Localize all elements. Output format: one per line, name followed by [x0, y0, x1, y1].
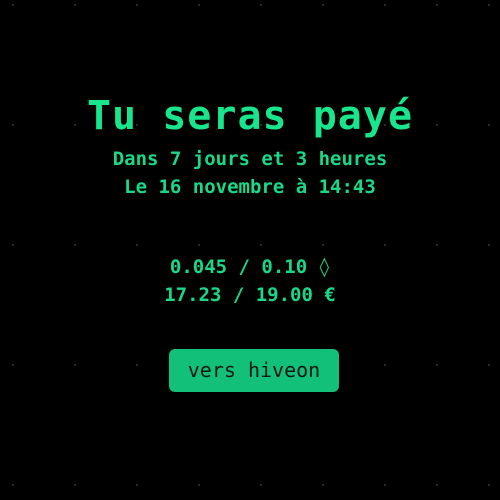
payout-title: Tu seras payé [86, 93, 414, 139]
fiat-progress: 17.23 / 19.00 € [164, 284, 336, 306]
crypto-progress: 0.045 / 0.10 ◊ [169, 256, 331, 278]
payout-card: Tu seras payé Dans 7 jours et 3 heures L… [0, 0, 500, 500]
payout-countdown: Dans 7 jours et 3 heures [112, 148, 388, 170]
go-to-hiveon-button[interactable]: vers hiveon [169, 349, 339, 392]
payout-date: Le 16 novembre à 14:43 [124, 176, 376, 198]
